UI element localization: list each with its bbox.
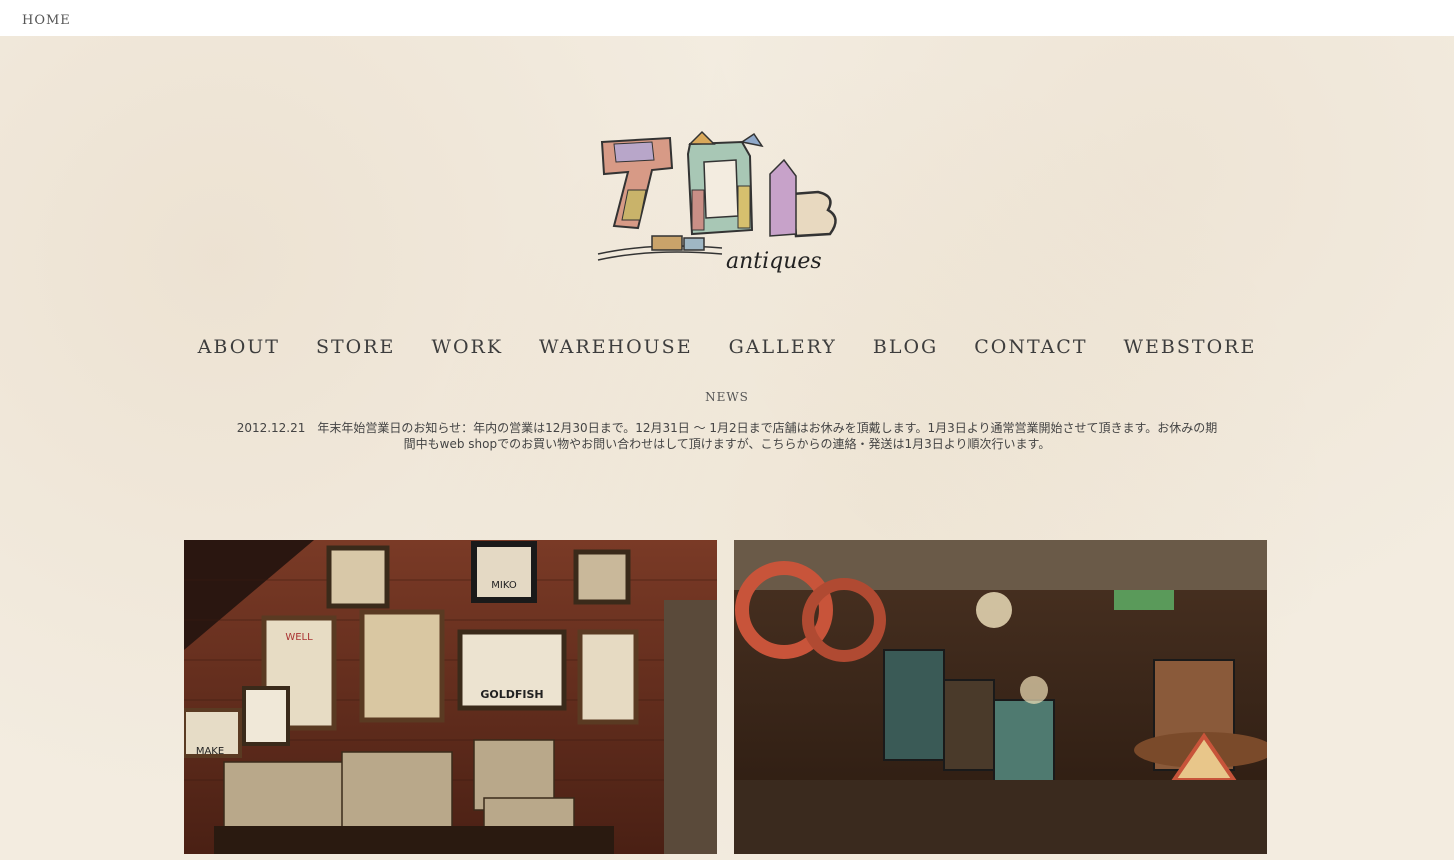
- nav-work[interactable]: WORK: [431, 336, 503, 358]
- main-nav: ABOUT STORE WORK WAREHOUSE GALLERY BLOG …: [0, 336, 1454, 358]
- warehouse-interior-image: [734, 540, 1267, 854]
- sign-miko: MIKO: [491, 580, 517, 591]
- sign-well: WELL: [285, 632, 313, 643]
- nav-warehouse[interactable]: WAREHOUSE: [539, 336, 693, 358]
- nav-gallery[interactable]: GALLERY: [729, 336, 837, 358]
- top-bar: HOME: [0, 0, 1454, 36]
- news-heading: NEWS: [705, 390, 749, 404]
- store-photo-left[interactable]: MIKO WELL GOLDFISH MAKE: [184, 540, 717, 854]
- nav-store[interactable]: STORE: [316, 336, 395, 358]
- sign-goldfish: GOLDFISH: [480, 688, 543, 701]
- home-link[interactable]: HOME: [22, 13, 71, 28]
- nav-contact[interactable]: CONTACT: [974, 336, 1087, 358]
- logo-script-text: antiques: [726, 249, 822, 274]
- logo-graphic: antiques: [597, 130, 837, 274]
- nav-blog[interactable]: BLOG: [873, 336, 938, 358]
- sign-make: MAKE: [196, 746, 224, 757]
- nav-webstore[interactable]: WEBSTORE: [1124, 336, 1257, 358]
- store-photo-right[interactable]: [734, 540, 1267, 854]
- nav-about[interactable]: ABOUT: [198, 336, 280, 358]
- site-logo[interactable]: antiques: [592, 130, 860, 280]
- brick-wall-register-image: MIKO WELL GOLDFISH MAKE: [184, 540, 717, 854]
- news-item[interactable]: 2012.12.21 年末年始営業日のお知らせ：年内の営業は12月30日まで。1…: [232, 420, 1222, 452]
